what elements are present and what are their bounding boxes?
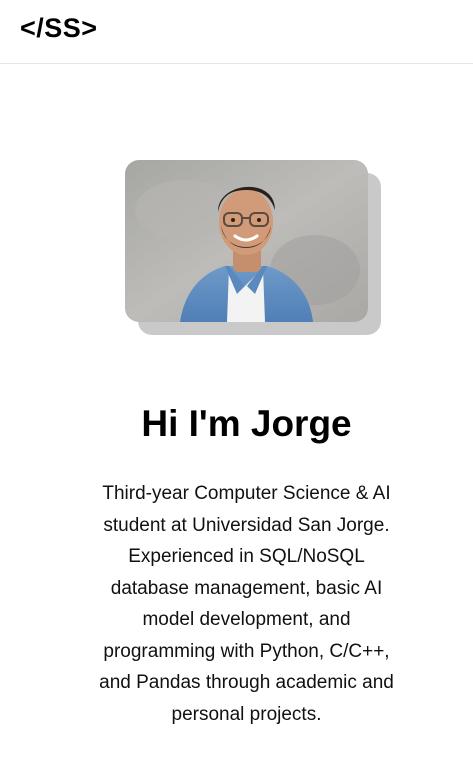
site-header: </SS>	[0, 0, 473, 64]
profile-photo	[125, 160, 368, 322]
hero-bio: Third-year Computer Science & AI student…	[99, 483, 394, 725]
site-logo[interactable]: </SS>	[20, 11, 98, 45]
profile-photo-frame	[125, 160, 381, 335]
hero-title: Hi I'm Jorge	[141, 403, 352, 444]
